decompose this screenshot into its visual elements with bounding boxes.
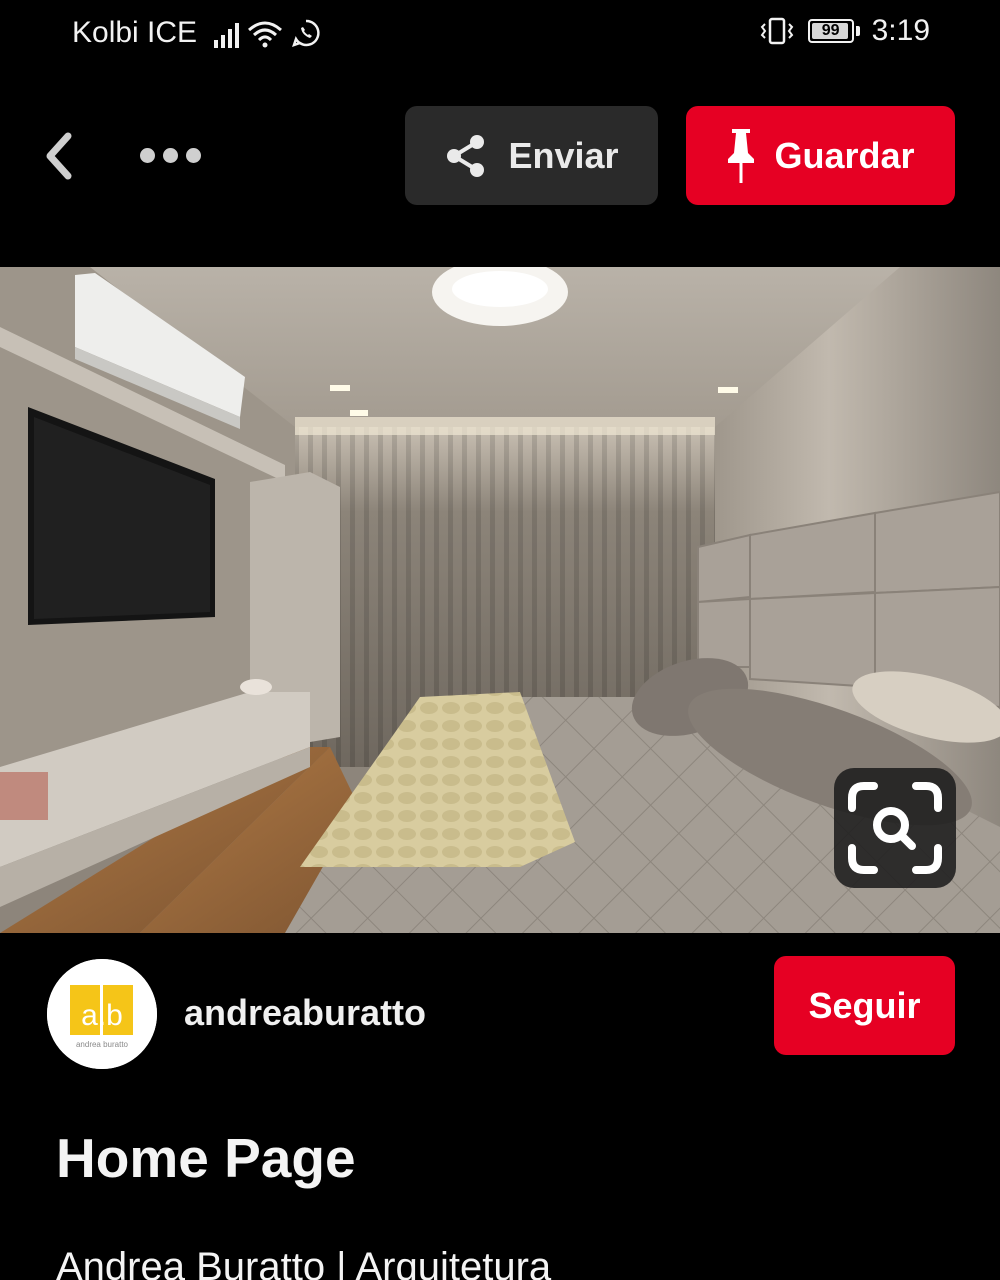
andrea-buratto-logo: a.b andrea buratto (47, 959, 157, 1069)
follow-label: Seguir (808, 984, 921, 1026)
logo-subtext: andrea buratto (76, 1040, 129, 1049)
logo-text: a.b (81, 999, 123, 1032)
share-button[interactable]: Enviar (405, 106, 658, 205)
pin-description: Andrea Buratto | Arquitetura (56, 1245, 552, 1280)
battery-tip (855, 26, 860, 36)
carrier-name: Kolbi ICE (72, 16, 198, 49)
save-label: Guardar (774, 134, 915, 176)
vibrate-icon (760, 17, 793, 45)
avatar[interactable]: a.b andrea buratto (47, 959, 157, 1069)
follow-button[interactable]: Seguir (774, 956, 955, 1055)
signal-icon (214, 22, 239, 48)
chevron-left-icon (46, 132, 72, 180)
author-name[interactable]: andreaburatto (184, 992, 426, 1034)
pin-detail-screen: Kolbi ICE 99 3:19 Enviar Guardar a.b and… (0, 0, 1000, 1280)
battery-icon: 99 (807, 19, 854, 43)
pin-icon (728, 128, 755, 183)
back-button[interactable] (38, 128, 82, 184)
status-right: 99 3:19 (758, 14, 930, 48)
status-icons (214, 18, 321, 48)
battery-level: 99 (821, 22, 840, 39)
share-icon (447, 134, 485, 177)
more-options-button[interactable] (140, 140, 220, 170)
save-button[interactable]: Guardar (686, 106, 955, 205)
share-label: Enviar (508, 134, 619, 176)
more-dots-icon (140, 147, 155, 163)
status-bar: Kolbi ICE 99 3:19 (0, 0, 1000, 70)
wifi-icon (248, 21, 282, 48)
clock: 3:19 (871, 14, 930, 47)
whatsapp-icon (292, 19, 320, 47)
visual-search-icon (848, 782, 942, 874)
visual-search-button[interactable] (834, 768, 956, 888)
pin-title: Home Page (56, 1127, 356, 1189)
